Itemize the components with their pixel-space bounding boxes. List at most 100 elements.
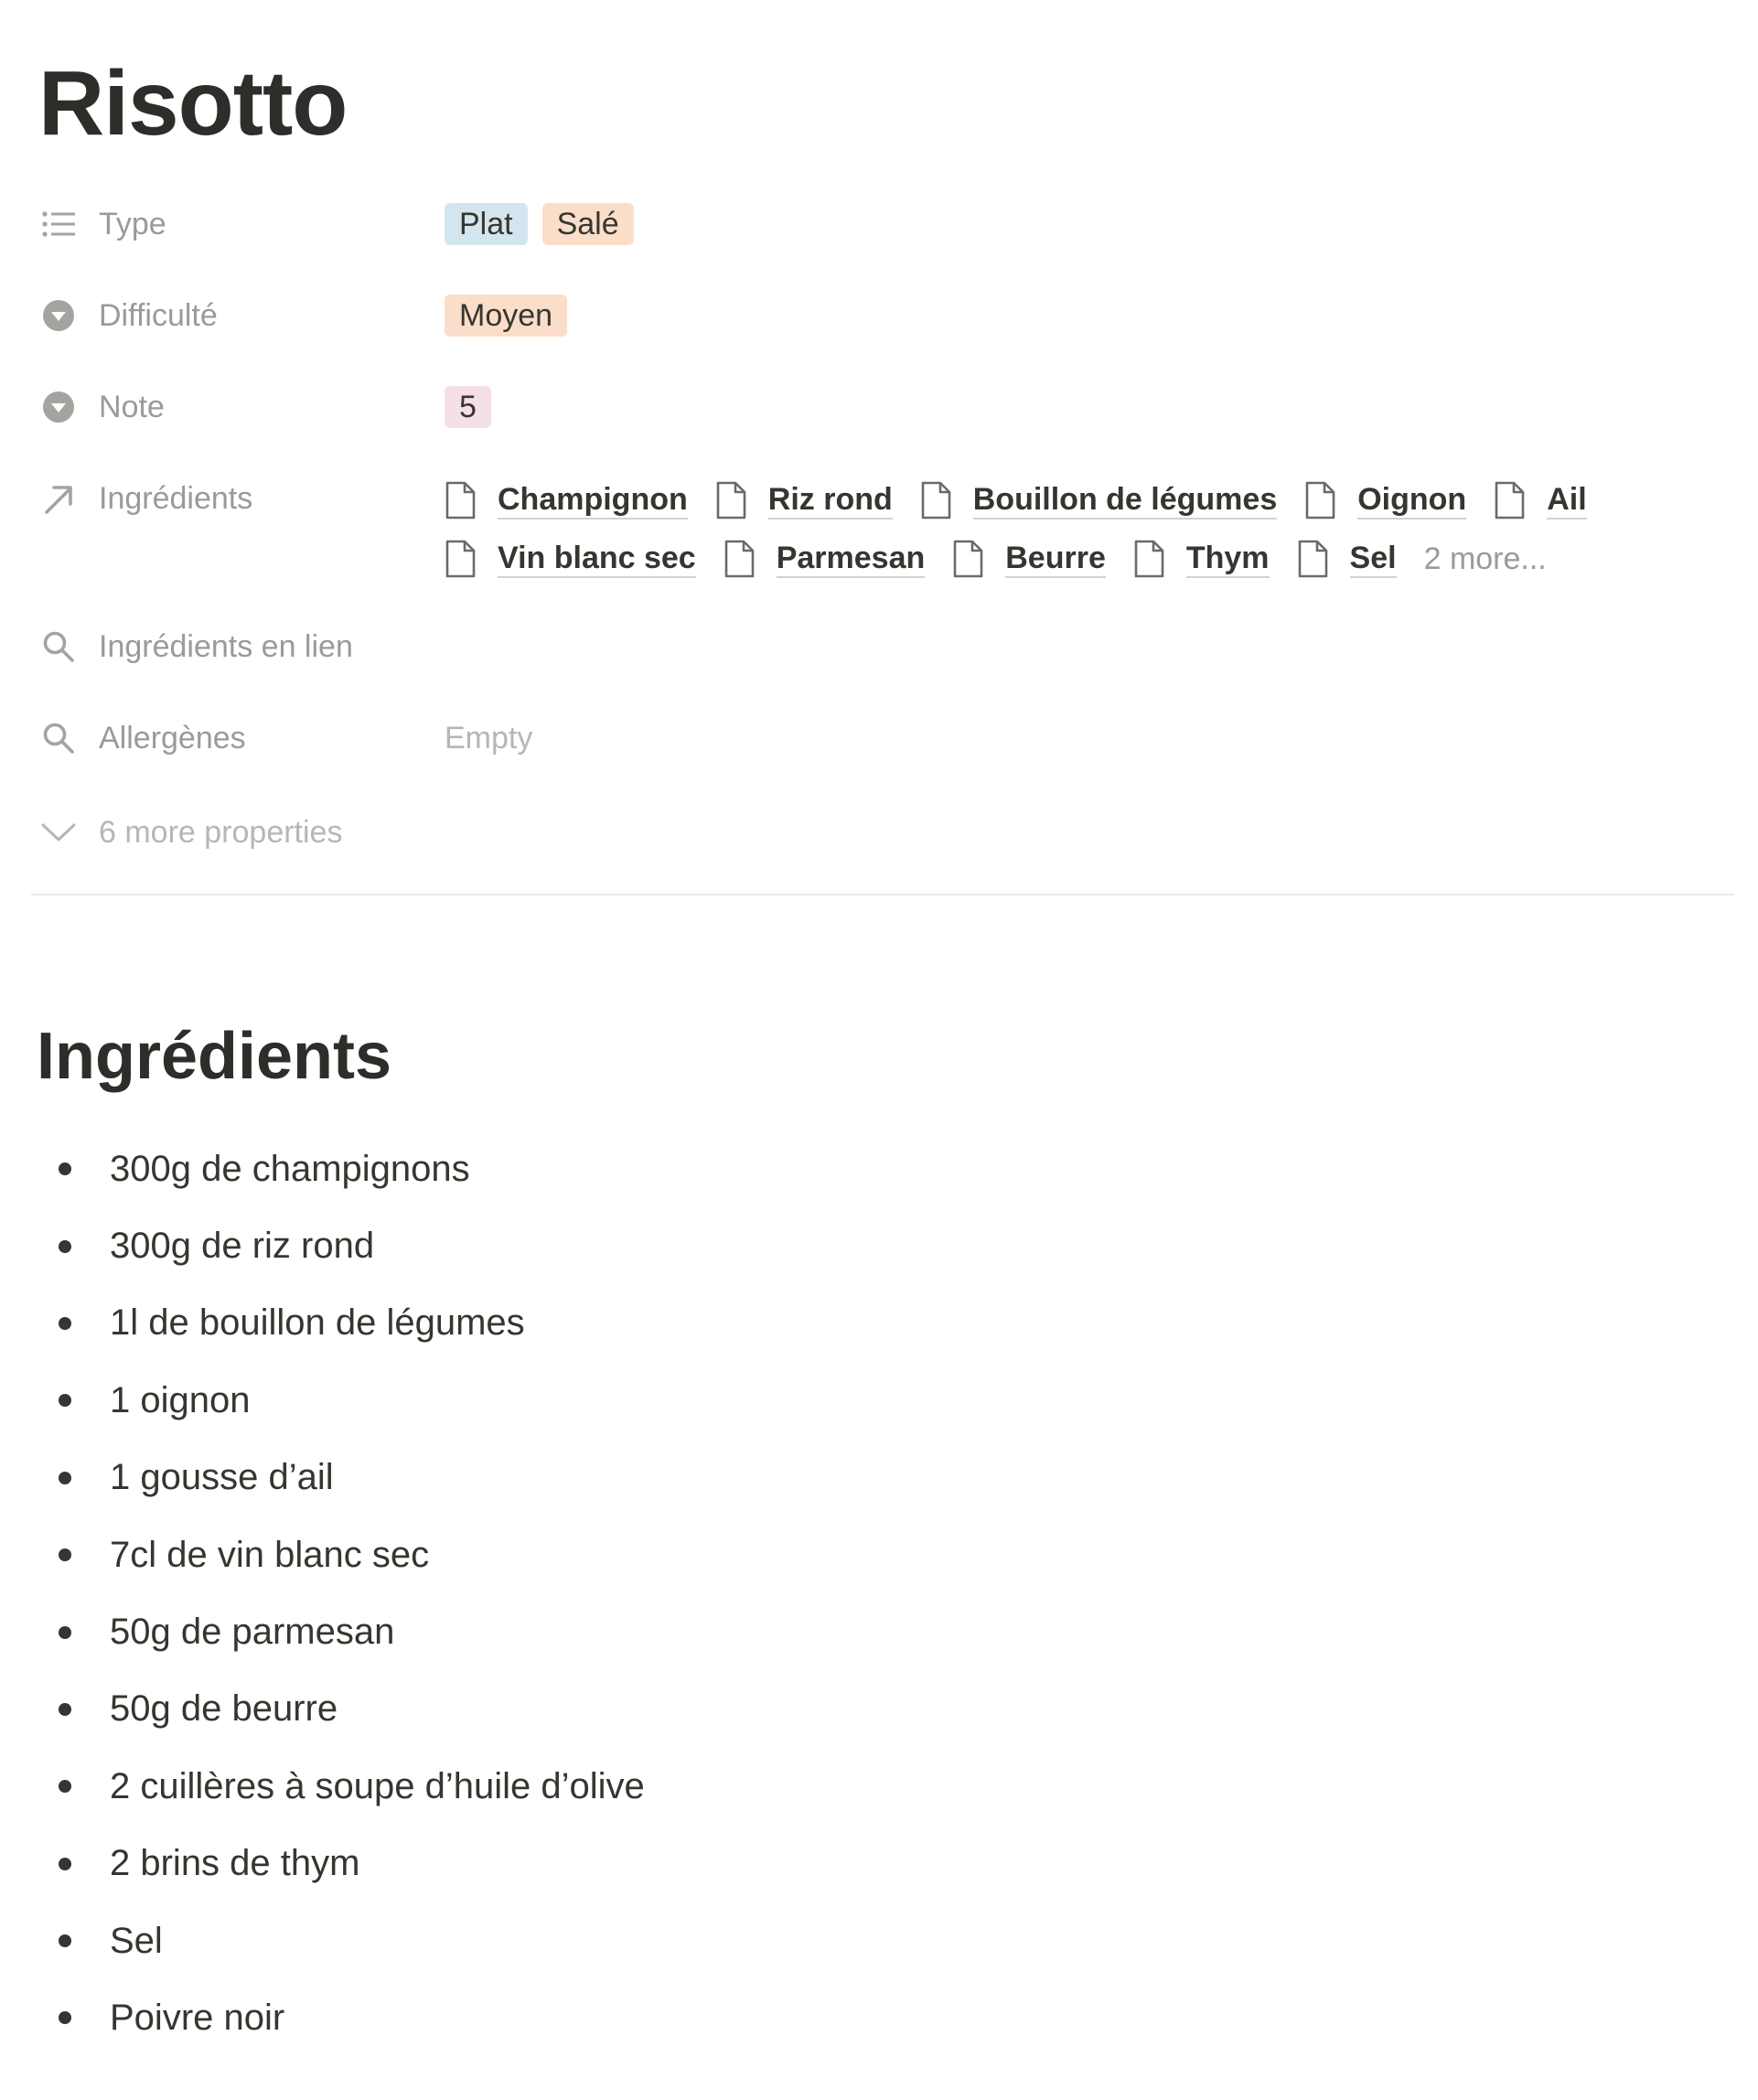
relation-item-riz-rond[interactable]: Riz rond	[715, 473, 893, 528]
relation-label: Oignon	[1357, 481, 1467, 520]
list-item-text: 1l de bouillon de légumes	[110, 1302, 525, 1344]
property-label: Ingrédients	[99, 480, 253, 516]
property-value-difficulte[interactable]: Moyen	[445, 288, 582, 343]
bullet	[59, 1780, 71, 1794]
bullet	[59, 1625, 71, 1639]
relation-item-oignon[interactable]: Oignon	[1304, 473, 1467, 528]
list-item-text: 50g de beurre	[110, 1688, 338, 1730]
relation-item-bouillon[interactable]: Bouillon de légumes	[920, 473, 1278, 528]
relation-line-2: Vin blanc sec Parmesan Beurre Thym Sel 2…	[445, 530, 1725, 588]
page-icon	[1304, 480, 1341, 520]
tag-note-5[interactable]: 5	[445, 386, 491, 428]
list-item[interactable]: 7cl de vin blanc sec	[40, 1516, 645, 1593]
page-icon	[445, 539, 481, 579]
relation-list: Champignon Riz rond Bouillon de légumes	[445, 471, 1725, 588]
relation-label: Ail	[1547, 481, 1587, 520]
empty-placeholder: Empty	[445, 720, 533, 755]
relation-item-champignon[interactable]: Champignon	[445, 473, 688, 528]
relation-label: Sel	[1349, 540, 1397, 578]
list-item[interactable]: 300g de riz rond	[40, 1207, 645, 1284]
property-row-note: Note 5	[40, 380, 1732, 434]
property-row-ingredients: Ingrédients Champignon Riz rond Bouillon…	[40, 471, 1732, 590]
tag-plat[interactable]: Plat	[445, 203, 528, 245]
property-row-type: Type Plat Salé	[40, 197, 1732, 252]
property-value-type[interactable]: Plat Salé	[445, 197, 649, 252]
list-item-text: 50g de parmesan	[110, 1612, 395, 1653]
page-icon	[1494, 480, 1530, 520]
divider	[31, 894, 1734, 895]
page-icon	[920, 480, 957, 520]
page-icon	[445, 480, 481, 520]
property-name-ingredients-en-lien[interactable]: Ingrédients en lien	[40, 619, 424, 674]
list-item[interactable]: 1 oignon	[40, 1362, 645, 1439]
property-label: Allergènes	[99, 720, 246, 755]
bullet	[59, 1239, 71, 1253]
page-icon	[952, 539, 989, 579]
list-item[interactable]: 1 gousse d’ail	[40, 1440, 645, 1516]
property-row-difficulte: Difficulté Moyen	[40, 288, 1732, 343]
tag-moyen[interactable]: Moyen	[445, 295, 568, 337]
relation-item-vin-blanc-sec[interactable]: Vin blanc sec	[445, 531, 696, 586]
list-item-text: 2 cuillères à soupe d’huile d’olive	[110, 1765, 645, 1806]
list-icon	[40, 206, 77, 242]
relation-item-beurre[interactable]: Beurre	[952, 531, 1106, 586]
list-item[interactable]: 2 cuillères à soupe d’huile d’olive	[40, 1748, 645, 1825]
list-item-text: 300g de riz rond	[110, 1226, 375, 1267]
relation-line-1: Champignon Riz rond Bouillon de légumes	[445, 471, 1725, 530]
bullet	[59, 1702, 71, 1716]
search-icon	[40, 628, 77, 665]
property-name-note[interactable]: Note	[40, 380, 424, 434]
property-name-allergenes[interactable]: Allergènes	[40, 711, 424, 766]
page-icon	[1297, 539, 1334, 579]
relation-item-parmesan[interactable]: Parmesan	[724, 531, 926, 586]
select-icon	[40, 389, 77, 425]
relation-label: Vin blanc sec	[498, 540, 696, 578]
chevron-down-icon	[40, 814, 77, 851]
relation-item-ail[interactable]: Ail	[1494, 473, 1587, 528]
list-item[interactable]: Poivre noir	[40, 1979, 645, 2056]
list-item[interactable]: Sel	[40, 1902, 645, 1979]
property-value-allergenes[interactable]: Empty	[445, 711, 532, 766]
relation-label: Champignon	[498, 481, 688, 520]
relation-label: Thym	[1185, 540, 1270, 578]
list-item[interactable]: 50g de beurre	[40, 1671, 645, 1748]
list-item-text: 2 brins de thym	[110, 1843, 360, 1884]
list-item-text: 1 oignon	[110, 1379, 251, 1420]
list-item-text: Sel	[110, 1920, 163, 1961]
relation-label: Parmesan	[776, 540, 926, 578]
property-label: Ingrédients en lien	[99, 628, 353, 664]
relation-label: Riz rond	[767, 481, 893, 520]
bullet	[59, 1934, 71, 1948]
property-label: Difficulté	[99, 297, 218, 333]
list-item[interactable]: 1l de bouillon de légumes	[40, 1285, 645, 1362]
property-value-note[interactable]: 5	[445, 380, 506, 434]
recipe-page: Risotto Type Plat Salé Difficulté Moyen …	[0, 0, 1758, 2100]
bullet	[59, 1394, 71, 1408]
property-name-difficulte[interactable]: Difficulté	[40, 288, 424, 343]
bullet	[59, 1857, 71, 1870]
relation-arrow-icon	[40, 480, 77, 517]
page-title[interactable]: Risotto	[38, 44, 348, 163]
search-icon	[40, 720, 77, 756]
property-name-ingredients[interactable]: Ingrédients	[40, 471, 424, 526]
list-item-text: 7cl de vin blanc sec	[110, 1534, 430, 1575]
relation-label: Bouillon de légumes	[972, 481, 1278, 520]
relation-item-sel[interactable]: Sel	[1297, 531, 1397, 586]
list-item[interactable]: 50g de parmesan	[40, 1593, 645, 1670]
more-properties-label: 6 more properties	[99, 814, 343, 850]
section-heading[interactable]: Ingrédients	[37, 1015, 391, 1098]
relation-item-thym[interactable]: Thym	[1133, 531, 1270, 586]
list-item[interactable]: 300g de champignons	[40, 1130, 645, 1207]
tag-sale[interactable]: Salé	[541, 203, 634, 245]
property-name-type[interactable]: Type	[40, 197, 424, 252]
bullet	[59, 1548, 71, 1562]
more-properties-toggle[interactable]: 6 more properties	[40, 805, 342, 860]
property-row-allergenes: Allergènes Empty	[40, 711, 1732, 766]
page-icon	[724, 539, 760, 579]
list-item[interactable]: 2 brins de thym	[40, 1826, 645, 1902]
relation-more-link[interactable]: 2 more...	[1424, 541, 1547, 577]
bullet	[59, 1471, 71, 1484]
list-item-text: 300g de champignons	[110, 1148, 470, 1189]
page-icon	[715, 480, 752, 520]
bullet	[59, 2011, 71, 2025]
